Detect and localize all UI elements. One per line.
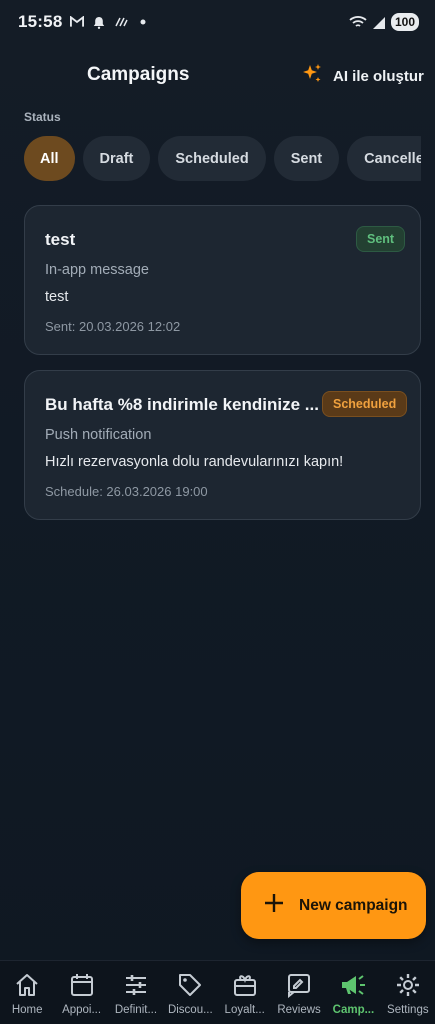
home-icon bbox=[13, 971, 41, 999]
nav-item-home[interactable]: Home bbox=[0, 961, 54, 1024]
review-icon bbox=[285, 971, 313, 999]
campaign-type: Push notification bbox=[45, 427, 152, 443]
sliders-icon bbox=[122, 971, 150, 999]
page-title: Campaigns bbox=[87, 64, 190, 85]
filter-chip-sent[interactable]: Sent bbox=[273, 136, 340, 181]
nav-label: Definit... bbox=[114, 1004, 158, 1016]
status-time: 15:58 bbox=[18, 12, 63, 31]
nav-label: Discou... bbox=[167, 1004, 213, 1016]
filter-chip-cancelled[interactable]: Cancelle bbox=[347, 136, 421, 181]
nav-label: Camp... bbox=[332, 1004, 375, 1016]
bottom-navigation: Home Appoi... Definit... Discou... Loyal… bbox=[0, 960, 435, 1024]
status-badge: Scheduled bbox=[322, 391, 408, 417]
gift-card-icon bbox=[231, 971, 259, 999]
megaphone-icon bbox=[339, 971, 367, 999]
new-campaign-button[interactable]: New campaign bbox=[241, 872, 426, 939]
filter-chip-draft[interactable]: Draft bbox=[82, 136, 151, 181]
dot-icon bbox=[136, 15, 150, 29]
app-header: Campaigns AI ile oluştur bbox=[0, 58, 435, 94]
ai-create-button[interactable]: AI ile oluştur bbox=[300, 62, 424, 90]
nav-label: Loyalt... bbox=[224, 1004, 265, 1016]
nav-item-settings[interactable]: Settings bbox=[381, 961, 435, 1024]
new-campaign-label: New campaign bbox=[299, 896, 408, 914]
campaign-card[interactable]: test Sent In-app message test Sent: 20.0… bbox=[24, 205, 421, 355]
calendar-icon bbox=[68, 971, 96, 999]
filter-chip-all[interactable]: All bbox=[24, 136, 75, 181]
ai-create-label: AI ile oluştur bbox=[333, 67, 424, 85]
signal-lines-icon bbox=[114, 15, 129, 29]
nav-item-loyalty[interactable]: Loyalt... bbox=[218, 961, 272, 1024]
gmail-icon bbox=[70, 15, 85, 29]
filter-chip-scheduled[interactable]: Scheduled bbox=[158, 136, 266, 181]
campaign-type: In-app message bbox=[45, 262, 149, 278]
notification-bell-icon bbox=[92, 15, 106, 29]
nav-item-discounts[interactable]: Discou... bbox=[163, 961, 217, 1024]
status-right: 100 bbox=[349, 13, 419, 31]
nav-label: Home bbox=[11, 1004, 43, 1016]
nav-item-campaigns[interactable]: Camp... bbox=[326, 961, 380, 1024]
campaign-title: test bbox=[45, 230, 76, 249]
nav-label: Appoi... bbox=[62, 1004, 102, 1016]
wifi-icon bbox=[349, 15, 367, 29]
status-filter-label: Status bbox=[24, 110, 61, 124]
nav-item-definitions[interactable]: Definit... bbox=[109, 961, 163, 1024]
campaign-date: Sent: 20.03.2026 12:02 bbox=[45, 319, 181, 334]
nav-item-appointments[interactable]: Appoi... bbox=[54, 961, 108, 1024]
battery-indicator: 100 bbox=[390, 13, 419, 31]
tag-icon bbox=[176, 971, 204, 999]
nav-item-reviews[interactable]: Reviews bbox=[272, 961, 326, 1024]
gear-icon bbox=[394, 971, 422, 999]
campaign-card[interactable]: Bu hafta %8 indirimle kendinize ... Sche… bbox=[24, 370, 421, 520]
nav-label: Reviews bbox=[277, 1004, 321, 1016]
campaign-message: Hızlı rezervasyonla dolu randevularınızı… bbox=[45, 454, 344, 470]
status-filter-chips[interactable]: All Draft Scheduled Sent Cancelle bbox=[24, 136, 421, 182]
campaign-title: Bu hafta %8 indirimle kendinize ... bbox=[45, 395, 319, 414]
plus-icon bbox=[263, 892, 285, 919]
status-badge: Sent bbox=[356, 226, 406, 252]
status-left: 15:58 bbox=[18, 12, 150, 32]
cell-signal-icon bbox=[371, 15, 387, 29]
nav-label: Settings bbox=[387, 1004, 429, 1016]
sparkle-icon bbox=[300, 62, 324, 91]
campaign-message: test bbox=[45, 289, 69, 305]
status-bar: 15:58 100 bbox=[0, 0, 435, 44]
campaign-date: Schedule: 26.03.2026 19:00 bbox=[45, 484, 208, 499]
